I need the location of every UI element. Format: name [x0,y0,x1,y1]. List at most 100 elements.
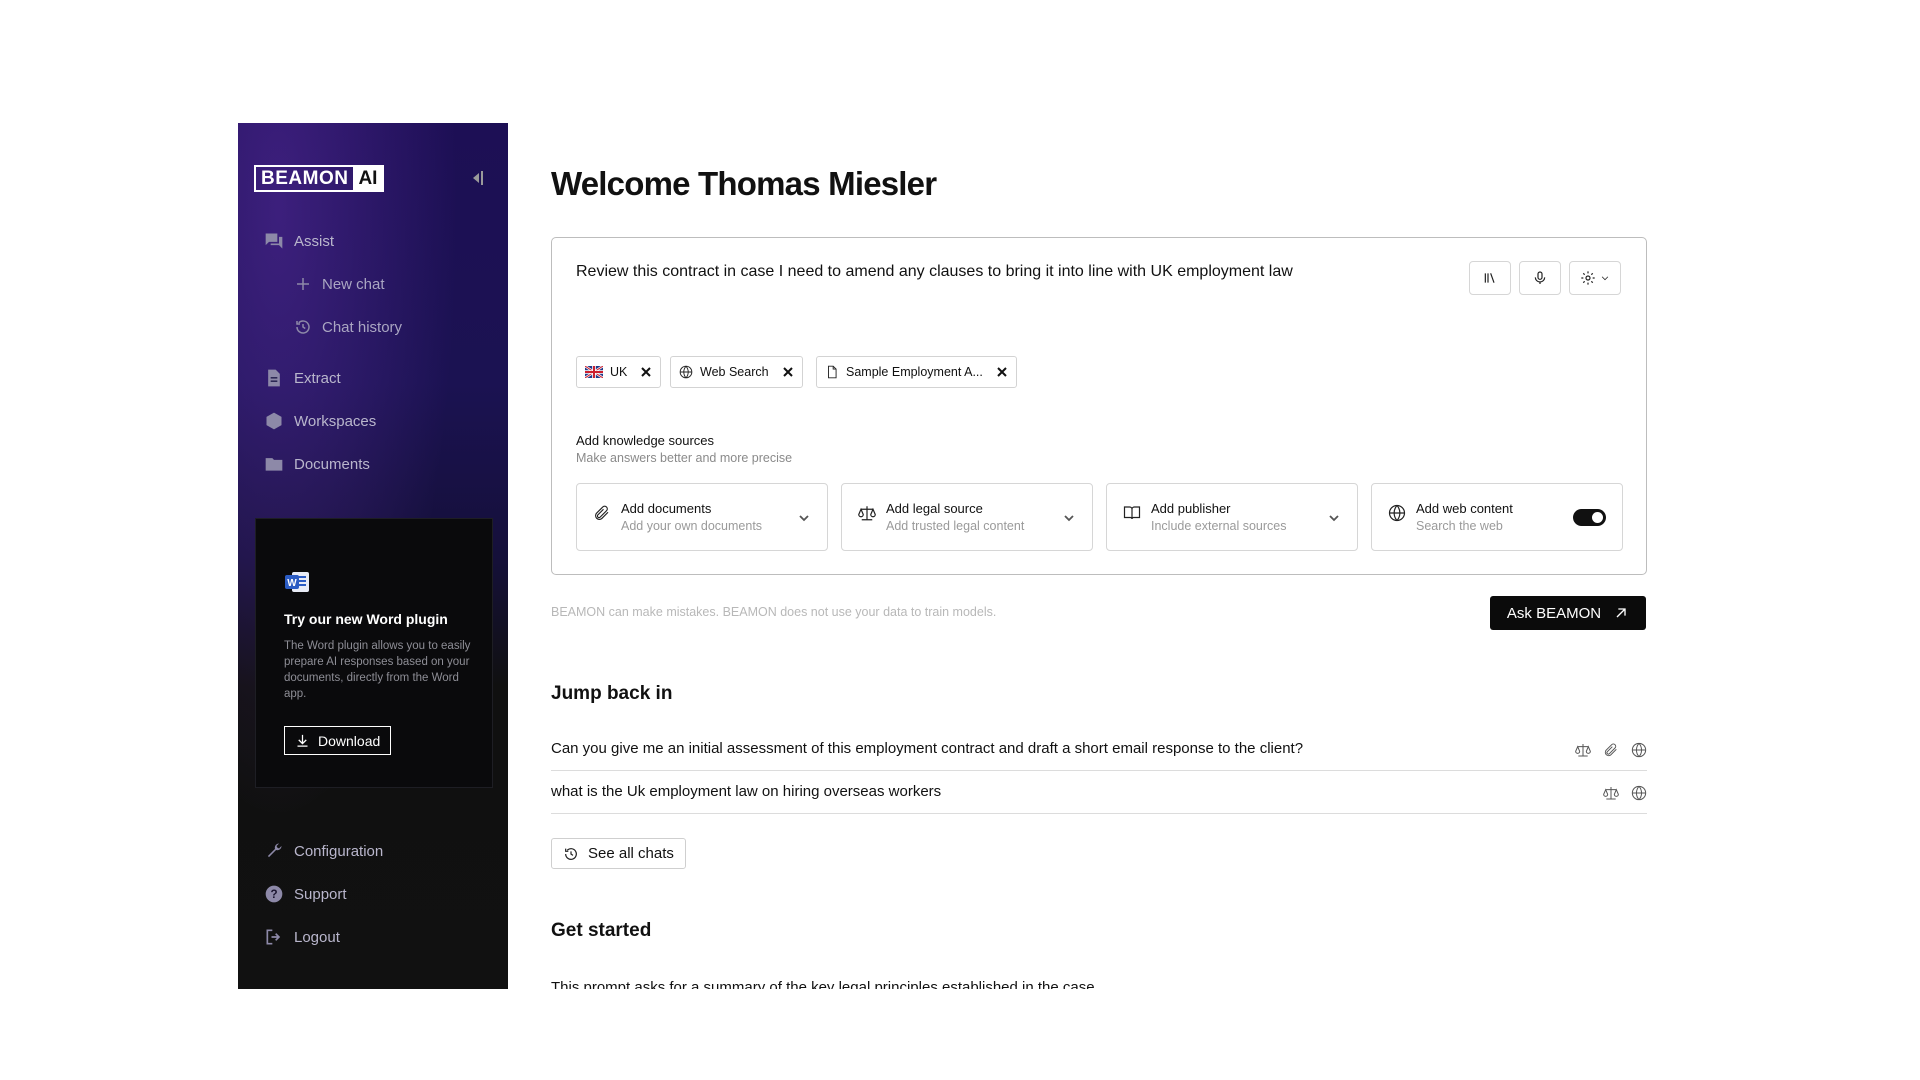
microphone-button[interactable] [1519,261,1561,295]
svg-text:?: ? [270,888,277,901]
chip-uk[interactable]: UK [576,356,662,388]
sidebar-item-assist[interactable]: Assist [264,231,334,251]
download-button[interactable]: Download [284,726,392,755]
add-documents-card[interactable]: Add documents Add your own documents [576,483,828,551]
close-icon[interactable] [640,366,652,378]
beamon-logo[interactable]: BEAMON AI [254,165,385,192]
logo-badge: AI [353,167,383,190]
sidebar-item-support[interactable]: ? Support [264,884,347,904]
library-button[interactable] [1469,261,1511,295]
sidebar-item-extract[interactable]: Extract [264,368,341,388]
ask-beamon-button[interactable]: Ask BEAMON [1490,596,1646,630]
globe-icon [1631,785,1647,801]
chat-row-text: Can you give me an initial assessment of… [551,740,1304,757]
jump-back-heading: Jump back in [551,683,673,704]
logout-icon [266,929,281,945]
word-icon: W [285,572,309,592]
sidebar-item-label: Support [294,885,347,903]
page-title: Welcome Thomas Miesler [551,165,937,202]
sidebar-item-configuration[interactable]: Configuration [264,841,383,861]
wrench-icon [267,843,282,858]
logo-text: BEAMON [261,168,349,189]
source-title: Add documents [621,501,712,516]
promo-description: The Word plugin allows you to easily pre… [284,640,471,700]
disclaimer-text: BEAMON can make mistakes. BEAMON does no… [551,605,997,619]
source-subtitle: Search the web [1416,519,1503,533]
main-content: Welcome Thomas Miesler Review this contr… [551,123,1650,989]
microphone-icon [1534,271,1546,284]
chevron-down-icon [1329,515,1339,522]
uk-flag-icon [585,366,603,378]
chat-row[interactable]: Can you give me an initial assessment of… [551,728,1647,771]
sidebar: BEAMON AI Assist New chat Chat history E… [238,123,508,989]
prompt-input[interactable]: Review this contract in case I need to a… [576,263,1293,281]
sidebar-item-label: Workspaces [294,412,377,430]
source-subtitle: Include external sources [1151,519,1287,533]
get-started-heading: Get started [551,920,652,941]
knowledge-sources-subtitle: Make answers better and more precise [576,451,793,465]
knowledge-sources-title: Add knowledge sources [576,433,715,448]
history-icon [565,847,577,860]
see-all-label: See all chats [588,845,674,862]
paperclip-icon [1604,743,1617,757]
scales-icon [858,506,876,521]
web-content-toggle[interactable] [1573,509,1606,526]
close-icon[interactable] [782,366,794,378]
chip-label: UK [610,365,628,379]
add-web-content-card[interactable]: Add web content Search the web [1371,483,1623,551]
chip-label: Web Search [700,365,769,379]
add-legal-source-card[interactable]: Add legal source Add trusted legal conte… [841,483,1093,551]
document-icon [268,369,280,387]
chat-row-text: what is the Uk employment law on hiring … [551,783,942,800]
chip-label: Sample Employment A... [846,365,983,379]
sidebar-item-label: Assist [294,232,335,250]
globe-icon [679,365,693,379]
chip-document[interactable]: Sample Employment A... [816,356,1017,388]
sidebar-item-logout[interactable]: Logout [264,927,340,947]
see-all-chats-button[interactable]: See all chats [551,838,686,869]
history-icon [296,320,310,334]
globe-icon [1388,504,1406,522]
app-window: BEAMON AI Assist New chat Chat history E… [238,123,1650,989]
source-subtitle: Add trusted legal content [886,519,1025,533]
download-icon [297,734,308,747]
add-publisher-card[interactable]: Add publisher Include external sources [1106,483,1358,551]
scales-icon [1575,744,1591,757]
ask-button-label: Ask BEAMON [1506,604,1602,622]
settings-dropdown[interactable] [1569,261,1621,295]
scales-icon [1603,787,1619,800]
source-title: Add web content [1416,501,1513,516]
arrow-up-right-icon [1616,608,1626,618]
chevron-down-icon [799,515,809,522]
sidebar-item-label: Chat history [322,318,403,336]
chat-row[interactable]: what is the Uk employment law on hiring … [551,771,1647,814]
chip-web-search[interactable]: Web Search [670,356,803,388]
promo-title: Try our new Word plugin [284,611,448,627]
chat-row-icons [1575,742,1647,758]
svg-text:W: W [287,578,297,589]
sidebar-item-label: Configuration [294,842,384,860]
sidebar-item-new-chat[interactable]: New chat [294,275,385,293]
sidebar-item-chat-history[interactable]: Chat history [294,318,402,336]
collapse-sidebar-icon[interactable] [468,168,486,188]
source-title: Add legal source [886,501,983,516]
sidebar-item-workspaces[interactable]: Workspaces [264,411,376,431]
book-icon [1123,506,1141,520]
plus-icon [297,278,309,290]
chevron-down-icon [1064,515,1074,522]
prompt-box: Review this contract in case I need to a… [551,237,1647,575]
download-label: Download [318,732,381,749]
sidebar-item-label: Logout [294,928,340,946]
sidebar-item-label: Documents [294,455,370,473]
sidebar-item-label: Extract [294,369,341,387]
close-icon[interactable] [996,366,1008,378]
cube-icon [266,412,282,430]
help-icon: ? [265,885,283,903]
sidebar-item-label: New chat [322,275,385,293]
folder-icon [265,458,283,471]
starter-prompt[interactable]: This prompt asks for a summary of the ke… [551,979,1099,989]
sidebar-item-documents[interactable]: Documents [264,454,370,474]
source-subtitle: Add your own documents [621,519,763,533]
globe-icon [1631,742,1647,758]
chat-bubbles-icon [265,233,283,249]
